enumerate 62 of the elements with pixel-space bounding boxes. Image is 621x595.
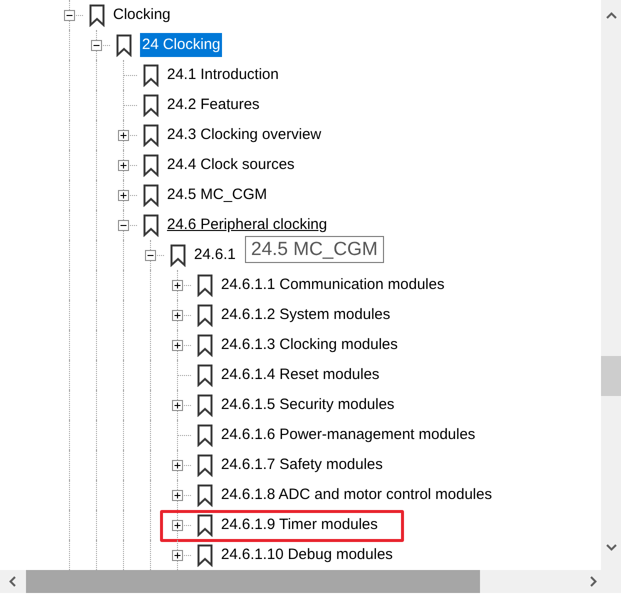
scroll-right-icon[interactable] (590, 576, 597, 587)
collapse-icon[interactable] (91, 40, 102, 51)
bookmark-icon (196, 424, 212, 446)
bookmark-icon (196, 514, 212, 536)
expand-icon[interactable] (118, 190, 129, 201)
bookmark-item[interactable]: 24.6.1.7 Safety modules (221, 453, 383, 477)
bookmark-item[interactable]: 24.6.1 (194, 243, 236, 267)
bookmark-icon (142, 184, 158, 206)
expand-icon[interactable] (118, 160, 129, 171)
bookmark-icon (196, 364, 212, 386)
bookmark-icon (196, 304, 212, 326)
bookmark-item[interactable]: 24.6.1.4 Reset modules (221, 363, 380, 387)
bookmark-icon (196, 454, 212, 476)
collapse-icon[interactable] (145, 250, 156, 261)
bookmark-icon (196, 394, 212, 416)
bookmark-item[interactable]: 24.3 Clocking overview (167, 123, 322, 147)
bookmark-item[interactable]: 24.6 Peripheral clocking (167, 213, 328, 237)
bookmark-icon (142, 214, 158, 236)
bookmark-icon (170, 244, 186, 266)
bookmark-icon (142, 64, 158, 86)
bookmark-icon (88, 4, 104, 26)
scroll-up-icon[interactable] (606, 12, 616, 19)
bookmark-item[interactable]: 24.6.1.1 Communication modules (221, 273, 444, 297)
bookmark-icon (142, 94, 158, 116)
bookmark-icon (196, 544, 212, 566)
scrollbar-thumb[interactable] (26, 570, 480, 593)
bookmark-item[interactable]: 24 Clocking (140, 33, 222, 57)
horizontal-scrollbar[interactable] (0, 570, 621, 593)
expand-icon[interactable] (172, 520, 183, 531)
bookmark-item[interactable]: 24.4 Clock sources (167, 153, 295, 177)
expand-icon[interactable] (172, 310, 183, 321)
expand-icon[interactable] (172, 550, 183, 561)
tooltip: 24.5 MC_CGM (245, 236, 384, 263)
bookmark-item[interactable]: Clocking (113, 3, 171, 27)
bookmark-icon (142, 154, 158, 176)
expand-icon[interactable] (172, 460, 183, 471)
scrollbar-thumb[interactable] (601, 356, 621, 396)
bookmark-icon (196, 484, 212, 506)
bookmark-item[interactable]: 24.6.1.8 ADC and motor control modules (221, 483, 492, 507)
collapse-icon[interactable] (64, 10, 75, 21)
expand-icon[interactable] (118, 130, 129, 141)
expand-icon[interactable] (172, 490, 183, 501)
expand-icon[interactable] (172, 400, 183, 411)
scroll-down-icon[interactable] (606, 544, 616, 551)
bookmark-item[interactable]: 24.6.1.10 Debug modules (221, 543, 393, 567)
expand-icon[interactable] (172, 280, 183, 291)
expand-icon[interactable] (172, 340, 183, 351)
bookmark-item[interactable]: 24.1 Introduction (167, 63, 279, 87)
bookmark-item[interactable]: 24.6.1.5 Security modules (221, 393, 394, 417)
scroll-left-icon[interactable] (9, 576, 16, 587)
bookmark-item[interactable]: 24.6.1.3 Clocking modules (221, 333, 398, 357)
vertical-scrollbar[interactable] (601, 0, 621, 570)
bookmark-icon (116, 34, 132, 56)
bookmark-item[interactable]: 24.5 MC_CGM (167, 183, 268, 207)
bookmark-item[interactable]: 24.6.1.6 Power-management modules (221, 423, 476, 447)
bookmark-icon (196, 334, 212, 356)
bookmark-item[interactable]: 24.2 Features (167, 93, 260, 117)
bookmark-icon (196, 274, 212, 296)
collapse-icon[interactable] (118, 220, 129, 231)
bookmark-icon (142, 124, 158, 146)
bookmark-item[interactable]: 24.6.1.9 Timer modules (221, 513, 378, 537)
bookmark-item[interactable]: 24.6.1.2 System modules (221, 303, 390, 327)
